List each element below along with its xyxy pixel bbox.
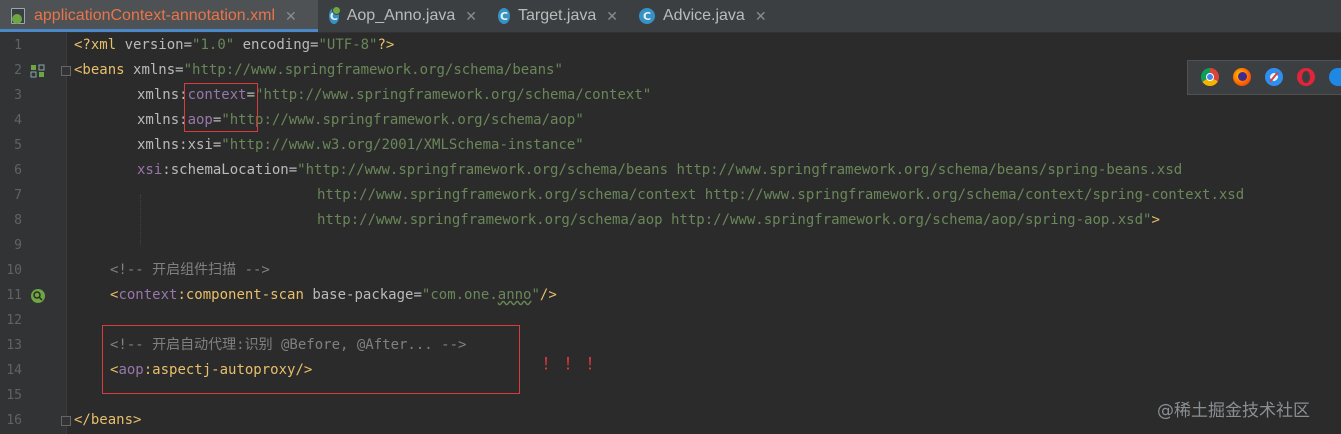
attr-value: "UTF-8" <box>318 37 378 53</box>
attr-name: xmlns <box>133 62 176 78</box>
code-line-8: 8 http://www.springframework.org/schema/… <box>0 208 1341 233</box>
tag-close: /> <box>539 287 557 303</box>
close-icon[interactable]: ✕ <box>755 8 767 25</box>
line-number: 3 <box>14 88 22 103</box>
namespace-prefix: context <box>118 287 178 303</box>
xml-file-icon <box>10 8 26 24</box>
code-line-9: 9 <box>0 233 1341 258</box>
xml-decl-open: <?xml <box>74 37 125 53</box>
attr-value-typo: anno <box>497 287 532 303</box>
attr-name: xmlns: <box>137 112 188 128</box>
line-number: 16 <box>6 413 22 428</box>
attr-name: xmlns: <box>137 87 188 103</box>
bean-gutter-icon[interactable] <box>30 63 46 82</box>
line-number: 14 <box>6 363 22 378</box>
class-icon: C <box>498 8 510 24</box>
line-number: 9 <box>14 238 22 253</box>
attr-value: "http://www.springframework.org/schema/c… <box>255 87 652 103</box>
tag-name: :component-scan <box>177 287 313 303</box>
firefox-icon[interactable] <box>1233 68 1251 86</box>
code-line-10: 10 <!-- 开启组件扫描 --> <box>0 258 1341 283</box>
code-line-1: 1 <?xml version="1.0" encoding="UTF-8"?> <box>0 33 1341 58</box>
tag-open: <beans <box>74 62 134 78</box>
tab-applicationcontext-annotation-xml[interactable]: applicationContext-annotation.xml ✕ <box>0 0 318 32</box>
highlight-box-autoproxy <box>102 325 520 394</box>
equals: = <box>413 287 422 303</box>
line-number: 7 <box>14 188 22 203</box>
xml-comment: <!-- 开启组件扫描 --> <box>110 262 270 278</box>
tab-target-java[interactable]: C Target.java ✕ <box>488 0 628 32</box>
line-number: 4 <box>14 113 22 128</box>
fold-toggle-icon[interactable] <box>61 66 71 76</box>
chrome-icon[interactable] <box>1201 68 1219 86</box>
class-icon: C <box>639 8 655 24</box>
attr-value: http://www.springframework.org/schema/ao… <box>317 212 1152 228</box>
watermark: @稀土掘金技术社区 <box>1157 401 1310 421</box>
fold-toggle-icon[interactable] <box>61 416 71 426</box>
attr-value: "http://www.springframework.org/schema/b… <box>183 62 563 78</box>
class-icon: C <box>329 6 341 24</box>
attr-value: "com.one. <box>421 287 498 303</box>
close-icon[interactable]: ✕ <box>606 8 618 25</box>
browser-preview-toolbar <box>1187 60 1341 95</box>
line-number: 10 <box>6 263 22 278</box>
tag-close: </beans> <box>74 412 142 428</box>
close-icon[interactable]: ✕ <box>465 8 477 25</box>
code-line-11: 11 <context:component-scan base-package=… <box>0 283 1341 308</box>
attr-name: base-package <box>312 287 414 303</box>
attr-value: "1.0" <box>192 37 235 53</box>
component-scan-gutter-icon[interactable] <box>30 288 46 308</box>
line-number: 13 <box>6 338 22 353</box>
ie-icon[interactable] <box>1329 68 1341 86</box>
attr-name: encoding <box>234 37 311 53</box>
namespace-prefix: xsi <box>137 162 163 178</box>
attr-value: "http://www.w3.org/2001/XMLSchema-instan… <box>221 137 584 153</box>
editor-tab-bar: applicationContext-annotation.xml ✕ C Ao… <box>0 0 1341 33</box>
attr-value: "http://www.springframework.org/schema/b… <box>297 162 1183 178</box>
tab-label: applicationContext-annotation.xml <box>34 7 276 24</box>
equals: = <box>175 62 184 78</box>
tab-aop-anno-java[interactable]: C Aop_Anno.java ✕ <box>319 0 487 32</box>
line-number: 11 <box>6 288 22 303</box>
tab-advice-java[interactable]: C Advice.java ✕ <box>629 0 779 32</box>
close-icon[interactable]: ✕ <box>285 8 297 25</box>
tab-label: Aop_Anno.java <box>346 7 456 24</box>
line-number: 5 <box>14 138 22 153</box>
code-line-5: 5 xmlns:xsi="http://www.w3.org/2001/XMLS… <box>0 133 1341 158</box>
line-number: 6 <box>14 163 22 178</box>
attr-value: " <box>531 287 540 303</box>
attr-value: http://www.springframework.org/schema/co… <box>317 187 1245 203</box>
opera-icon[interactable] <box>1297 68 1315 86</box>
tag-close: > <box>1151 212 1160 228</box>
xml-decl-close: ?> <box>377 37 395 53</box>
attr-name: :schemaLocation <box>162 162 289 178</box>
code-line-7: 7 http://www.springframework.org/schema/… <box>0 183 1341 208</box>
attr-value: "http://www.springframework.org/schema/a… <box>221 112 584 128</box>
line-number: 2 <box>14 63 22 78</box>
equals: = <box>288 162 298 178</box>
line-number: 1 <box>14 38 22 53</box>
line-number: 15 <box>6 388 22 403</box>
equals: = <box>183 37 193 53</box>
attr-name: version <box>124 37 184 53</box>
safari-icon[interactable] <box>1265 68 1283 86</box>
code-line-2: 2 <beans xmlns="http://www.springframewo… <box>0 58 1341 83</box>
line-number: 12 <box>6 313 22 328</box>
line-number: 8 <box>14 213 22 228</box>
tab-label: Advice.java <box>663 7 745 24</box>
highlight-box-namespaces <box>184 83 258 132</box>
exclamation-annotation: ！！！ <box>542 354 609 373</box>
code-line-6: 6 xsi:schemaLocation="http://www.springf… <box>0 158 1341 183</box>
attr-name: xmlns:xsi <box>137 137 213 153</box>
tab-label: Target.java <box>518 7 597 24</box>
code-line-16: 16 </beans> <box>0 408 1341 433</box>
